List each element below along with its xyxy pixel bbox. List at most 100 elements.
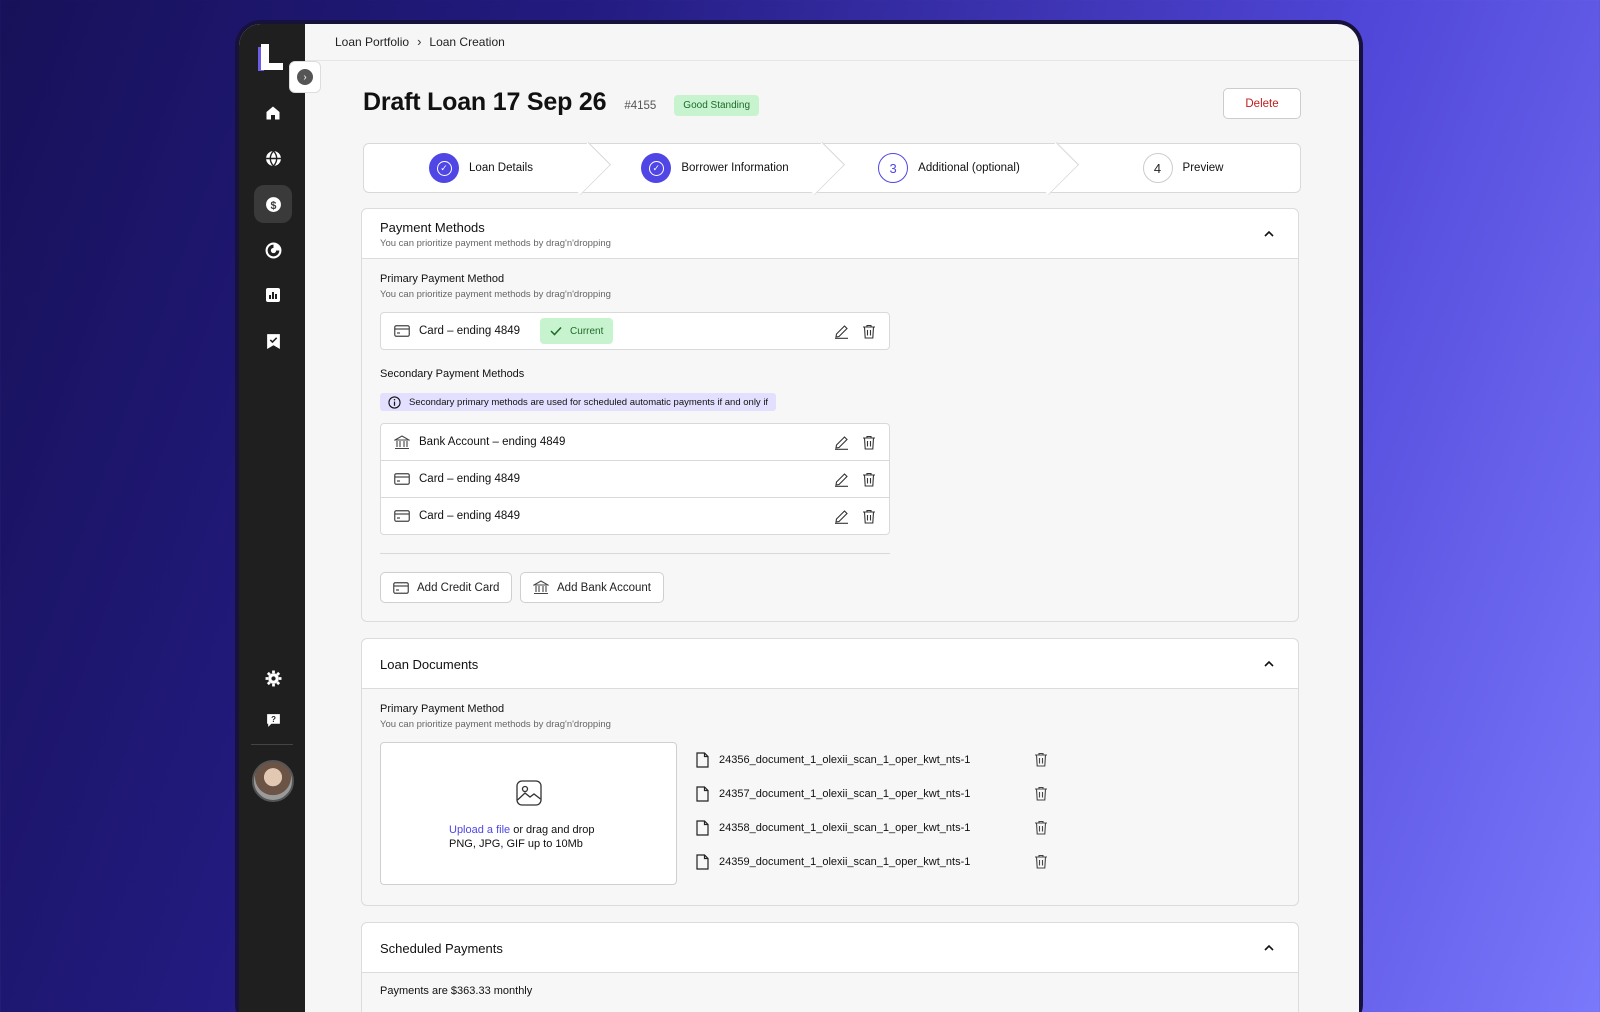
document-item[interactable]: 24356_document_1_olexii_scan_1_oper_kwt_…	[696, 750, 1056, 770]
settings-icon[interactable]	[254, 659, 292, 697]
step-additional[interactable]: 3 Additional (optional)	[832, 144, 1066, 192]
row-actions	[833, 508, 877, 524]
button-label: Add Credit Card	[417, 581, 500, 594]
trash-icon[interactable]	[1034, 786, 1048, 801]
trash-icon[interactable]	[861, 508, 877, 524]
scheduled-payments-card: Scheduled Payments Payments are $363.33 …	[361, 922, 1299, 1012]
header-divider	[305, 60, 1359, 61]
chevron-up-icon[interactable]	[1262, 227, 1276, 241]
card-icon	[393, 324, 411, 338]
delete-button[interactable]: Delete	[1223, 88, 1301, 119]
breadcrumb: Loan Portfolio › Loan Creation	[335, 34, 505, 49]
chevron-right-icon: ›	[417, 34, 422, 49]
upload-file-link[interactable]: Upload a file	[449, 824, 510, 836]
documents-section-title: Primary Payment Method	[380, 703, 505, 715]
step-borrower-information[interactable]: ✓ Borrower Information	[598, 144, 832, 192]
add-bank-account-button[interactable]: Add Bank Account	[520, 572, 664, 603]
payment-methods-card: Payment Methods You can prioritize payme…	[361, 208, 1299, 622]
primary-method-title: Primary Payment Method	[380, 273, 505, 285]
avatar[interactable]	[252, 760, 294, 802]
step-label: Loan Details	[469, 162, 533, 174]
card-icon	[393, 509, 411, 523]
bank-icon	[533, 580, 549, 595]
loan-id: #4155	[624, 99, 657, 112]
scheduled-payments-header[interactable]: Scheduled Payments	[362, 923, 1298, 973]
method-label: Card – ending 4849	[419, 325, 521, 337]
device-frame: $ ? › Loan Portfolio › Loan Creation Dra…	[235, 20, 1363, 1012]
secondary-method-row[interactable]: Bank Account – ending 4849	[380, 423, 890, 461]
info-icon	[388, 395, 401, 409]
add-credit-card-button[interactable]: Add Credit Card	[380, 572, 513, 603]
edit-icon[interactable]	[833, 434, 849, 450]
secondary-method-row[interactable]: Card – ending 4849	[380, 497, 890, 535]
document-item[interactable]: 24359_document_1_olexii_scan_1_oper_kwt_…	[696, 852, 1056, 872]
globe-icon[interactable]	[254, 139, 292, 177]
row-actions	[833, 471, 877, 487]
current-badge-label: Current	[570, 325, 604, 337]
file-icon	[696, 820, 709, 836]
row-actions	[833, 323, 877, 339]
trash-icon[interactable]	[861, 323, 877, 339]
app-logo	[258, 44, 285, 72]
current-badge: Current	[540, 318, 614, 344]
primary-method-row[interactable]: Card – ending 4849 Current	[380, 312, 890, 350]
svg-text:?: ?	[271, 715, 276, 724]
trash-icon[interactable]	[1034, 854, 1048, 869]
chart-pie-icon[interactable]	[254, 231, 292, 269]
home-icon[interactable]	[254, 94, 292, 132]
payments-summary: Payments are $363.33 monthly	[380, 985, 533, 997]
page-title: Draft Loan 17 Sep 26	[363, 88, 607, 116]
stepper: ✓ Loan Details ✓ Borrower Information 3 …	[363, 143, 1301, 193]
document-item[interactable]: 24358_document_1_olexii_scan_1_oper_kwt_…	[696, 818, 1056, 838]
document-name: 24356_document_1_olexii_scan_1_oper_kwt_…	[719, 754, 971, 766]
breadcrumb-item-loan-portfolio[interactable]: Loan Portfolio	[335, 35, 409, 49]
image-upload-icon	[516, 780, 542, 806]
bar-chart-icon[interactable]	[254, 276, 292, 314]
secondary-method-row[interactable]: Card – ending 4849	[380, 460, 890, 498]
card-title: Loan Documents	[380, 657, 479, 672]
button-label: Add Bank Account	[557, 581, 651, 594]
app-screen: $ ? › Loan Portfolio › Loan Creation Dra…	[239, 24, 1359, 1012]
document-item[interactable]: 24357_document_1_olexii_scan_1_oper_kwt_…	[696, 784, 1056, 804]
method-label: Bank Account – ending 4849	[419, 436, 566, 448]
row-actions	[833, 434, 877, 450]
dollar-icon[interactable]: $	[254, 185, 292, 223]
card-title: Scheduled Payments	[380, 941, 503, 956]
document-name: 24359_document_1_olexii_scan_1_oper_kwt_…	[719, 856, 971, 868]
chevron-right-icon: ›	[297, 69, 313, 85]
file-upload-dropzone[interactable]: Upload a file or drag and drop PNG, JPG,…	[380, 742, 677, 885]
sidebar: $ ?	[239, 24, 305, 1012]
sidebar-divider	[251, 744, 293, 745]
loan-documents-header[interactable]: Loan Documents	[362, 639, 1298, 689]
step-loan-details[interactable]: ✓ Loan Details	[364, 144, 598, 192]
step-number: 4	[1142, 153, 1173, 183]
help-chat-icon[interactable]: ?	[254, 701, 292, 739]
chevron-up-icon[interactable]	[1262, 941, 1276, 955]
trash-icon[interactable]	[1034, 752, 1048, 767]
sidebar-toggle-button[interactable]: ›	[289, 61, 321, 93]
payment-methods-header[interactable]: Payment Methods You can prioritize payme…	[362, 209, 1298, 259]
check-circle-icon: ✓	[641, 153, 672, 183]
documents-section-subtitle: You can prioritize payment methods by dr…	[380, 719, 611, 730]
edit-icon[interactable]	[833, 508, 849, 524]
card-title: Payment Methods	[380, 220, 485, 235]
edit-icon[interactable]	[833, 323, 849, 339]
chevron-up-icon[interactable]	[1262, 657, 1276, 671]
check-circle-icon: ✓	[429, 153, 460, 183]
step-number: 3	[878, 153, 909, 183]
check-icon	[550, 326, 562, 336]
trash-icon[interactable]	[861, 471, 877, 487]
title-row: Draft Loan 17 Sep 26 #4155 Good Standing	[363, 88, 760, 117]
method-label: Card – ending 4849	[419, 510, 521, 522]
status-badge: Good Standing	[674, 95, 760, 116]
bank-icon	[393, 434, 411, 449]
trash-icon[interactable]	[861, 434, 877, 450]
bookmark-check-icon[interactable]	[254, 322, 292, 360]
method-label: Card – ending 4849	[419, 473, 521, 485]
step-preview[interactable]: 4 Preview	[1066, 144, 1300, 192]
main-content: Loan Portfolio › Loan Creation Draft Loa…	[305, 24, 1359, 1012]
trash-icon[interactable]	[1034, 820, 1048, 835]
upload-instruction: or drag and drop	[510, 824, 595, 836]
file-icon	[696, 786, 709, 802]
edit-icon[interactable]	[833, 471, 849, 487]
